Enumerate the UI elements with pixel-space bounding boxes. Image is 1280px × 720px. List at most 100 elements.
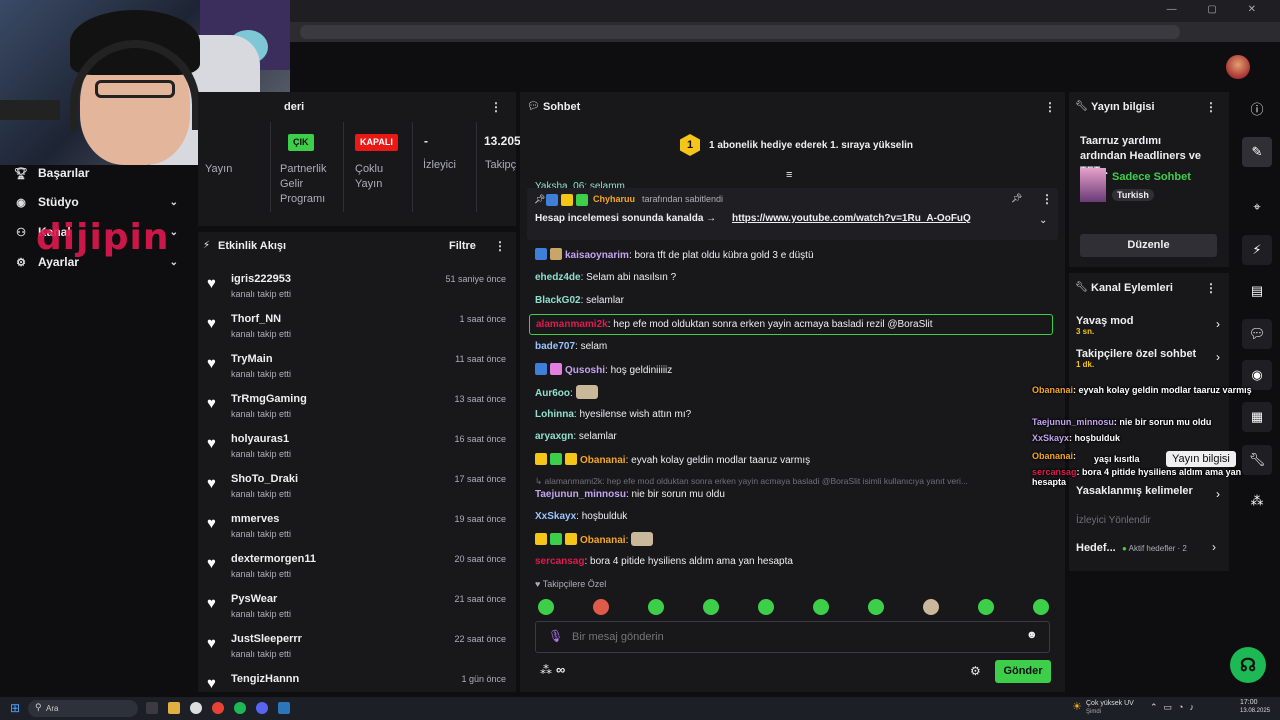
avatar[interactable]: [1226, 55, 1250, 79]
chat-username[interactable]: Qusoshi: [565, 365, 605, 376]
windows-start-icon[interactable]: ⊞: [10, 701, 20, 715]
chat-username[interactable]: ehedz4de: [535, 272, 581, 283]
follower-name[interactable]: TengizHannn: [231, 673, 299, 685]
points-icon[interactable]: ⁂: [540, 663, 552, 677]
taskview-icon[interactable]: [146, 702, 158, 714]
more-icon[interactable]: ⋮: [490, 100, 502, 114]
chat-username[interactable]: Lohinna: [535, 409, 574, 420]
emote-icon[interactable]: [813, 599, 829, 615]
info-icon[interactable]: ⓘ: [1242, 95, 1272, 125]
explorer-icon[interactable]: [168, 702, 180, 714]
chevron-right-icon[interactable]: ›: [1212, 540, 1216, 554]
weather-text[interactable]: Çok yüksek UV: [1086, 700, 1134, 707]
emote-icon[interactable]: [1033, 599, 1049, 615]
reply-reference[interactable]: ↳ alamanmami2k: hep efe mod olduktan son…: [535, 474, 968, 488]
list-item[interactable]: ♥ JustSleeperrr kanalı takip etti 22 saat ö…: [198, 631, 516, 671]
chat-message[interactable]: sercansag: bora 4 pitide hysiliens aldım…: [535, 555, 793, 569]
sidebar-item-studio[interactable]: ◉ Stüdyo ⌄: [14, 191, 184, 213]
category-thumbnail[interactable]: [1080, 168, 1106, 202]
followers-only-action[interactable]: Takipçilere özel sohbet 1 dk. ›: [1076, 348, 1224, 369]
chat-username[interactable]: Aur6oo: [535, 388, 570, 399]
category-link[interactable]: Sadece Sohbet: [1112, 171, 1191, 183]
list-item[interactable]: ♥ holyauras1 kanalı takip etti 16 saat önce: [198, 431, 516, 471]
chat-username[interactable]: Obananai: [580, 535, 626, 546]
support-chat-icon[interactable]: ☊: [1230, 647, 1266, 683]
emote-icon[interactable]: [648, 599, 664, 615]
chevron-down-icon[interactable]: ⌄: [1039, 215, 1047, 226]
taskbar-search[interactable]: Ara: [28, 700, 138, 717]
follower-name[interactable]: TrRmgGaming: [231, 393, 307, 405]
unpin-icon[interactable]: 📌︎: [1011, 193, 1022, 204]
message-input[interactable]: [572, 628, 1012, 646]
chat-username[interactable]: Obananai: [580, 455, 626, 466]
follower-name[interactable]: dextermorgen11: [231, 553, 316, 565]
chat-message[interactable]: Obananai:: [535, 532, 654, 548]
slow-mode-action[interactable]: Yavaş mod 3 sn. ›: [1076, 315, 1224, 336]
follower-name[interactable]: PysWear: [231, 593, 277, 605]
more-icon[interactable]: ⋮: [1044, 100, 1056, 114]
chat-message[interactable]: Aur6oo:: [535, 385, 598, 401]
more-icon[interactable]: ⋮: [1205, 281, 1217, 295]
address-input[interactable]: [300, 25, 1180, 39]
collapse-icon[interactable]: ≡: [786, 169, 792, 181]
chat-message[interactable]: bade707: selam: [535, 340, 607, 354]
list-item[interactable]: ♥ TryMain kanalı takip etti 11 saat önce: [198, 351, 516, 391]
edit-button[interactable]: Düzenle: [1080, 234, 1217, 257]
discord-icon[interactable]: [256, 702, 268, 714]
list-item[interactable]: ♥ igris222953 kanalı takip etti 51 saniye ö…: [198, 271, 516, 311]
layout-icon[interactable]: ▦: [1242, 402, 1272, 432]
clock-time[interactable]: 17:00: [1240, 699, 1258, 706]
filter-button[interactable]: Filtre: [449, 240, 476, 252]
notes-icon[interactable]: ▤: [1242, 276, 1272, 306]
more-icon[interactable]: ⋮: [1205, 100, 1217, 114]
tray-icons[interactable]: ⌃▭◔♪: [1150, 702, 1200, 713]
chat-message[interactable]: ehedz4de: Selam abi nasılsın ?: [535, 271, 676, 285]
chat-username[interactable]: Taejunun_minnosu: [535, 489, 626, 500]
follower-name[interactable]: igris222953: [231, 273, 291, 285]
spotify-icon[interactable]: [234, 702, 246, 714]
list-item[interactable]: ♥ TrRmgGaming kanalı takip etti 13 saat önc…: [198, 391, 516, 431]
emote-icon[interactable]: [978, 599, 994, 615]
emote-icon[interactable]: [538, 599, 554, 615]
chat-username[interactable]: aryaxgn: [535, 431, 573, 442]
goals-action[interactable]: Hedef...: [1076, 542, 1116, 554]
chat-username[interactable]: bade707: [535, 341, 575, 352]
chat-message[interactable]: kaisaoynarim: bora tft de plat oldu kübr…: [535, 248, 814, 263]
gift-banner[interactable]: 1 abonelik hediye ederek 1. sıraya yükse…: [709, 140, 913, 151]
list-item[interactable]: ♥ dextermorgen11 kanalı takip etti 20 saat …: [198, 551, 516, 591]
lightning-icon[interactable]: ⚡︎: [1242, 235, 1272, 265]
chat-username[interactable]: XxSkayx: [535, 511, 576, 522]
follower-name[interactable]: ShoTo_Draki: [231, 473, 298, 485]
chat-message[interactable]: BlackG02: selamlar: [535, 294, 624, 308]
apps-icon[interactable]: ⁂: [1242, 486, 1272, 516]
follower-name[interactable]: holyauras1: [231, 433, 289, 445]
browser-address-bar[interactable]: ⚲ ☆ ⧉ ▯: [290, 22, 1280, 61]
send-button[interactable]: Gönder: [995, 660, 1051, 683]
list-item[interactable]: ♥ mmerves kanalı takip etti 19 saat önce: [198, 511, 516, 551]
follower-name[interactable]: mmerves: [231, 513, 279, 525]
chat-username[interactable]: sercansag: [535, 556, 584, 567]
chat-message[interactable]: Qusoshi: hoş geldiniiiiiz: [535, 363, 672, 378]
gear-icon[interactable]: ⚙: [970, 664, 981, 678]
emote-icon[interactable]: [758, 599, 774, 615]
microphone-icon[interactable]: 🎙︎: [548, 629, 563, 643]
chat-message[interactable]: alamanmami2k: hep efe mod olduktan sonra…: [529, 314, 1053, 335]
list-item[interactable]: ♥ PysWear kanalı takip etti 21 saat önce: [198, 591, 516, 631]
follower-name[interactable]: Thorf_NN: [231, 313, 281, 325]
chat-message[interactable]: Taejunun_minnosu: nie bir sorun mu oldu: [535, 488, 725, 502]
chat-input-box[interactable]: 🎙︎ ☻: [535, 621, 1050, 653]
pinned-message[interactable]: 📌︎ Chyharuu tarafından sabitlendi Hesap …: [527, 188, 1058, 240]
emote-icon[interactable]: [593, 599, 609, 615]
app-icon[interactable]: [190, 702, 202, 714]
chat-username[interactable]: kaisaoynarim: [565, 250, 629, 261]
chat-icon[interactable]: 💬︎: [1242, 319, 1272, 349]
window-controls[interactable]: — ▢ ✕: [1167, 4, 1270, 15]
more-icon[interactable]: ⋮: [1041, 192, 1053, 206]
pencil-icon[interactable]: ✎: [1242, 137, 1272, 167]
chat-username[interactable]: alamanmami2k: [536, 319, 608, 330]
sidebar-item-achievements[interactable]: 🏆︎ Başarılar: [14, 162, 184, 184]
steam-icon[interactable]: [278, 702, 290, 714]
viewer-redirect-action[interactable]: İzleyici Yönlendir: [1076, 515, 1151, 526]
emote-icon[interactable]: [703, 599, 719, 615]
pinned-link[interactable]: https://www.youtube.com/watch?v=1Ru_A-Oo…: [732, 213, 971, 224]
